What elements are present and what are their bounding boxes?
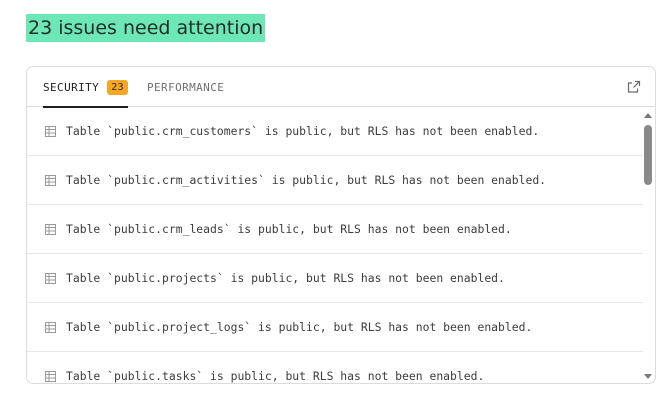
tab-security-label: SECURITY bbox=[43, 80, 100, 94]
table-icon bbox=[45, 174, 56, 186]
table-icon bbox=[45, 370, 56, 382]
issue-text: Table `public.crm_leads` is public, but … bbox=[66, 222, 512, 236]
issue-text: Table `public.crm_customers` is public, … bbox=[66, 124, 540, 138]
scrollbar[interactable] bbox=[641, 107, 655, 383]
list-item[interactable]: Table `public.tasks` is public, but RLS … bbox=[27, 352, 643, 383]
scroll-thumb[interactable] bbox=[644, 125, 652, 185]
table-icon bbox=[45, 321, 56, 333]
issue-text: Table `public.tasks` is public, but RLS … bbox=[66, 369, 485, 383]
tab-performance[interactable]: PERFORMANCE bbox=[147, 67, 224, 107]
issue-text: Table `public.project_logs` is public, b… bbox=[66, 320, 533, 334]
list-item[interactable]: Table `public.crm_customers` is public, … bbox=[27, 107, 643, 156]
scroll-up-arrow-icon[interactable] bbox=[644, 113, 652, 118]
security-count-badge: 23 bbox=[107, 79, 129, 95]
table-icon bbox=[45, 125, 56, 137]
table-icon bbox=[45, 223, 56, 235]
issue-text: Table `public.crm_activities` is public,… bbox=[66, 173, 547, 187]
tab-security[interactable]: SECURITY 23 bbox=[43, 67, 129, 108]
tab-bar: SECURITY 23 PERFORMANCE bbox=[27, 67, 655, 108]
page-headline: 23 issues need attention bbox=[26, 14, 266, 42]
external-link-icon[interactable] bbox=[627, 80, 641, 94]
list-item[interactable]: Table `public.crm_leads` is public, but … bbox=[27, 205, 643, 254]
tab-performance-label: PERFORMANCE bbox=[147, 80, 225, 94]
list-item[interactable]: Table `public.projects` is public, but R… bbox=[27, 254, 643, 303]
list-item[interactable]: Table `public.crm_activities` is public,… bbox=[27, 156, 643, 205]
list-item[interactable]: Table `public.project_logs` is public, b… bbox=[27, 303, 643, 352]
issue-list[interactable]: Table `public.crm_customers` is public, … bbox=[27, 107, 643, 383]
issues-panel: SECURITY 23 PERFORMANCE Table `public.cr… bbox=[26, 66, 656, 384]
issue-text: Table `public.projects` is public, but R… bbox=[66, 271, 505, 285]
scroll-down-arrow-icon[interactable] bbox=[644, 374, 652, 379]
table-icon bbox=[45, 272, 56, 284]
